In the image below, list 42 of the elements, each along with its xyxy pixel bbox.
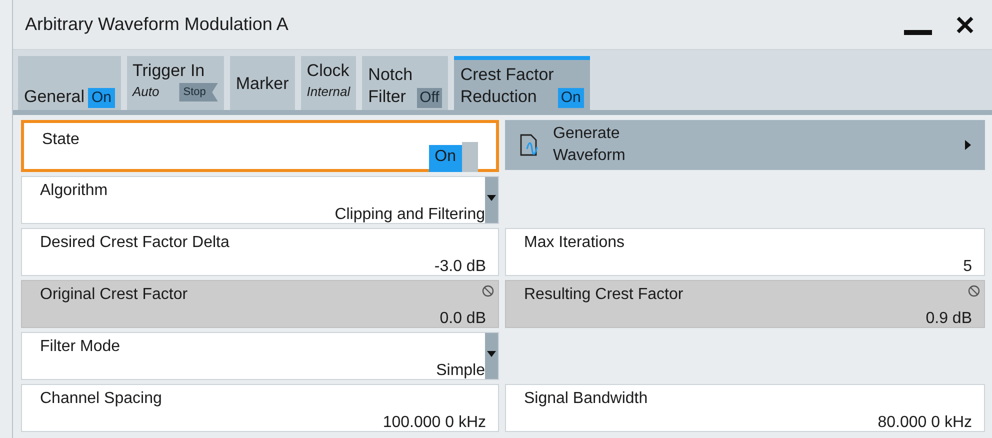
field-label: Original Crest Factor	[40, 285, 189, 305]
field-value: 5	[963, 257, 972, 277]
input-field[interactable]: Desired Crest Factor Delta -3.0 dB	[21, 228, 499, 276]
caret-right-icon	[965, 140, 971, 150]
field-label: Filter Mode	[40, 337, 122, 357]
disabled-icon	[482, 285, 494, 297]
dropdown-field[interactable]: Filter Mode Simple	[21, 332, 499, 380]
input-field[interactable]: Signal Bandwidth 80.000 0 kHz	[505, 384, 985, 432]
disabled-icon	[968, 285, 980, 297]
close-button[interactable]	[956, 14, 976, 34]
field-value: 0.9 dB	[926, 309, 972, 329]
field-label: State	[42, 130, 80, 150]
window-title: Arbitrary Waveform Modulation A	[25, 13, 290, 36]
tab[interactable]: General On	[18, 56, 120, 110]
tab[interactable]: Clock Internal	[300, 56, 356, 110]
field-value: 100.000 0 kHz	[382, 413, 486, 433]
field-label: Max Iterations	[524, 233, 626, 253]
state-field[interactable]: State On	[21, 120, 499, 172]
generate-waveform-button[interactable]: Generate Waveform	[505, 120, 985, 170]
tab[interactable]: Marker	[230, 56, 295, 110]
field-label: Channel Spacing	[40, 389, 163, 409]
input-field[interactable]: Channel Spacing 100.000 0 kHz	[21, 384, 499, 432]
status-badge: On	[558, 88, 584, 108]
tab[interactable]: Notch Filter Off	[362, 56, 448, 110]
status-badge: Stop	[179, 83, 218, 102]
input-field[interactable]: Max Iterations 5	[505, 228, 985, 276]
status-badge: On	[88, 88, 114, 108]
waveform-file-icon	[519, 133, 541, 157]
close-icon	[956, 16, 974, 34]
field-value: Clipping and Filtering	[334, 205, 485, 225]
dropdown-field[interactable]: Algorithm Clipping and Filtering	[21, 176, 499, 224]
tab[interactable]: Trigger In Auto Stop	[126, 56, 224, 110]
field-value: 0.0 dB	[440, 309, 486, 329]
field-label: Desired Crest Factor Delta	[40, 233, 230, 253]
field-value: -3.0 dB	[434, 257, 486, 277]
field-label: Signal Bandwidth	[524, 389, 649, 409]
status-badge: Off	[416, 88, 442, 108]
field-value: 80.000 0 kHz	[878, 413, 972, 433]
field-value: Simple	[436, 361, 485, 381]
field-label: Resulting Crest Factor	[524, 285, 684, 305]
field-label: Algorithm	[40, 181, 109, 201]
tab[interactable]: Crest Factor Reduction On	[454, 56, 590, 110]
